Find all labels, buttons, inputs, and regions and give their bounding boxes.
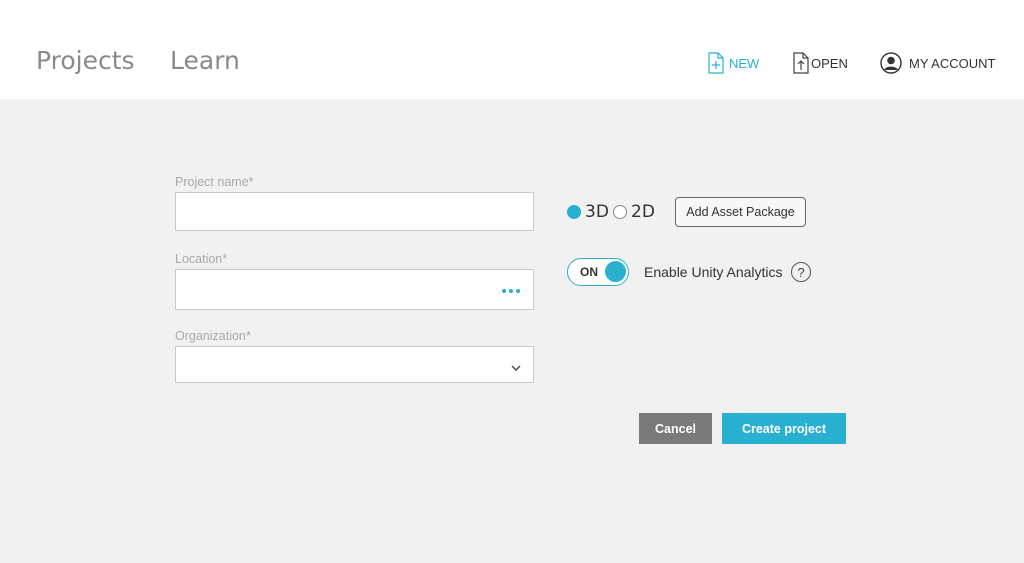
help-icon[interactable]: ?: [791, 262, 811, 282]
location-field[interactable]: [175, 269, 534, 310]
mode-2d-label: 2D: [631, 202, 655, 222]
radio-unselected-icon: [613, 205, 627, 219]
cancel-button[interactable]: Cancel: [639, 413, 712, 444]
analytics-label: Enable Unity Analytics: [644, 264, 783, 280]
organization-select[interactable]: [175, 346, 534, 383]
open-file-icon: [793, 52, 809, 74]
mode-2d-radio[interactable]: 2D: [613, 202, 655, 222]
open-project-button[interactable]: OPEN: [793, 51, 848, 75]
radio-selected-icon: [567, 205, 581, 219]
user-avatar-icon: [880, 52, 902, 74]
analytics-toggle[interactable]: ON: [567, 258, 629, 286]
browse-location-icon[interactable]: [502, 289, 520, 293]
location-input[interactable]: [176, 270, 496, 309]
toggle-state-label: ON: [580, 265, 598, 279]
new-file-icon: [708, 52, 724, 74]
new-label: NEW: [729, 55, 760, 71]
mode-3d-label: 3D: [585, 202, 609, 222]
add-asset-package-button[interactable]: Add Asset Package: [675, 197, 806, 227]
chevron-down-icon[interactable]: [511, 360, 521, 378]
tab-projects[interactable]: Projects: [36, 46, 135, 75]
organization-label: Organization*: [175, 329, 251, 343]
tab-learn[interactable]: Learn: [170, 46, 240, 75]
create-project-button[interactable]: Create project: [722, 413, 846, 444]
new-project-button[interactable]: NEW: [708, 51, 759, 75]
my-account-button[interactable]: MY ACCOUNT: [880, 51, 995, 75]
mode-3d-radio[interactable]: 3D: [567, 202, 609, 222]
account-label: MY ACCOUNT: [909, 55, 996, 71]
project-name-input[interactable]: [176, 193, 496, 230]
open-label: OPEN: [811, 55, 848, 71]
project-name-field[interactable]: [175, 192, 534, 231]
location-label: Location*: [175, 252, 228, 266]
top-header: Projects Learn NEW OPEN MY ACCOUNT: [0, 0, 1024, 99]
project-name-label: Project name*: [175, 175, 254, 189]
toggle-knob: [605, 261, 626, 282]
